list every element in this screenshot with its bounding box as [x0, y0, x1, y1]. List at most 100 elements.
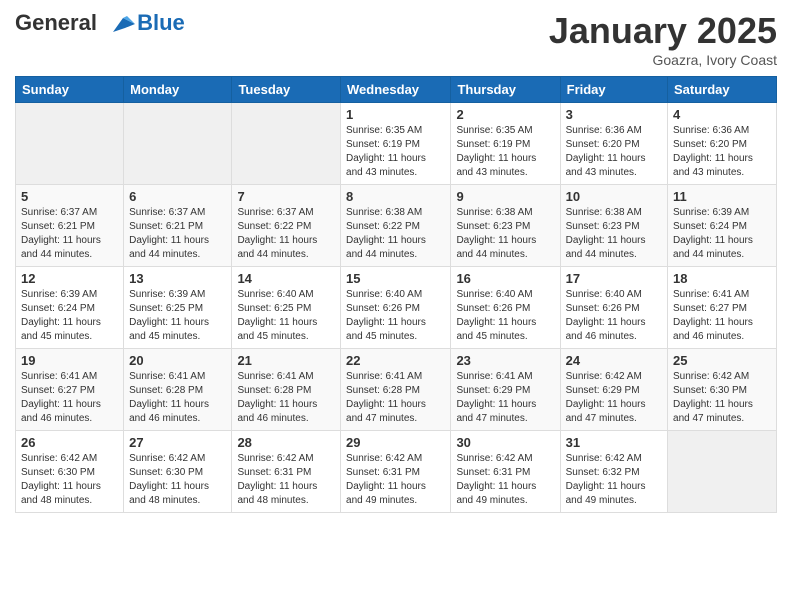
- table-row: 18 Sunrise: 6:41 AM Sunset: 6:27 PM Dayli…: [668, 267, 777, 349]
- table-row: [124, 103, 232, 185]
- col-saturday: Saturday: [668, 77, 777, 103]
- day-info: Sunrise: 6:37 AM Sunset: 6:21 PM Dayligh…: [21, 206, 118, 262]
- day-number: 20: [129, 353, 226, 368]
- day-info: Sunrise: 6:38 AM Sunset: 6:23 PM Dayligh…: [456, 206, 554, 262]
- day-info: Sunrise: 6:40 AM Sunset: 6:26 PM Dayligh…: [456, 288, 554, 344]
- table-row: 25Sunrise: 6:42 AM Sunset: 6:30 PM Dayli…: [668, 349, 777, 431]
- table-row: 2Sunrise: 6:35 AM Sunset: 6:19 PM Daylig…: [451, 103, 560, 185]
- table-row: 17 Sunrise: 6:40 AM Sunset: 6:26 PM Dayli…: [560, 267, 667, 349]
- day-number: 17: [566, 271, 662, 286]
- table-row: 31 Sunrise: 6:42 AM Sunset: 6:32 PM Dayli…: [560, 431, 667, 513]
- table-row: 28 Sunrise: 6:42 AM Sunset: 6:31 PM Dayli…: [232, 431, 341, 513]
- table-row: 10 Sunrise: 6:38 AM Sunset: 6:23 PM Dayli…: [560, 185, 667, 267]
- day-info: Sunrise: 6:42 AM Sunset: 6:31 PM Dayligh…: [237, 452, 335, 508]
- table-row: 5 Sunrise: 6:37 AM Sunset: 6:21 PM Daylig…: [16, 185, 124, 267]
- table-row: 6 Sunrise: 6:37 AM Sunset: 6:21 PM Daylig…: [124, 185, 232, 267]
- location: Goazra, Ivory Coast: [549, 52, 777, 68]
- table-row: [232, 103, 341, 185]
- table-row: 8Sunrise: 6:38 AM Sunset: 6:22 PM Daylig…: [341, 185, 451, 267]
- day-info: Sunrise: 6:42 AM Sunset: 6:30 PM Dayligh…: [21, 452, 118, 508]
- day-info: Sunrise: 6:39 AM Sunset: 6:24 PM Dayligh…: [21, 288, 118, 344]
- day-info: Sunrise: 6:40 AM Sunset: 6:25 PM Dayligh…: [237, 288, 335, 344]
- table-row: 29 Sunrise: 6:42 AM Sunset: 6:31 PM Dayli…: [341, 431, 451, 513]
- day-info: Sunrise: 6:42 AM Sunset: 6:31 PM Dayligh…: [346, 452, 445, 508]
- day-info: Sunrise: 6:37 AM Sunset: 6:21 PM Dayligh…: [129, 206, 226, 262]
- day-number: 23: [456, 353, 554, 368]
- day-number: 31: [566, 435, 662, 450]
- table-row: 24Sunrise: 6:42 AM Sunset: 6:29 PM Dayli…: [560, 349, 667, 431]
- month-title: January 2025: [549, 10, 777, 52]
- logo-bird-icon: [105, 14, 135, 36]
- day-number: 15: [346, 271, 445, 286]
- day-number: 13: [129, 271, 226, 286]
- table-row: 26 Sunrise: 6:42 AM Sunset: 6:30 PM Dayli…: [16, 431, 124, 513]
- day-info: Sunrise: 6:41 AM Sunset: 6:27 PM Dayligh…: [673, 288, 771, 344]
- day-number: 30: [456, 435, 554, 450]
- day-number: 18: [673, 271, 771, 286]
- calendar-week-row: 12 Sunrise: 6:39 AM Sunset: 6:24 PM Dayli…: [16, 267, 777, 349]
- day-info: Sunrise: 6:40 AM Sunset: 6:26 PM Dayligh…: [566, 288, 662, 344]
- day-number: 14: [237, 271, 335, 286]
- day-info: Sunrise: 6:36 AM Sunset: 6:20 PM Dayligh…: [673, 124, 771, 180]
- day-number: 2: [456, 107, 554, 122]
- header: General Blue January 2025 Goazra, Ivory …: [15, 10, 777, 68]
- table-row: 1 Sunrise: 6:35 AM Sunset: 6:19 PM Daylig…: [341, 103, 451, 185]
- calendar-week-row: 1 Sunrise: 6:35 AM Sunset: 6:19 PM Daylig…: [16, 103, 777, 185]
- table-row: 20 Sunrise: 6:41 AM Sunset: 6:28 PM Dayli…: [124, 349, 232, 431]
- day-number: 3: [566, 107, 662, 122]
- table-row: 22Sunrise: 6:41 AM Sunset: 6:28 PM Dayli…: [341, 349, 451, 431]
- table-row: 23 Sunrise: 6:41 AM Sunset: 6:29 PM Dayli…: [451, 349, 560, 431]
- table-row: [16, 103, 124, 185]
- day-number: 11: [673, 189, 771, 204]
- day-number: 27: [129, 435, 226, 450]
- logo: General Blue: [15, 10, 185, 36]
- day-number: 7: [237, 189, 335, 204]
- day-info: Sunrise: 6:42 AM Sunset: 6:32 PM Dayligh…: [566, 452, 662, 508]
- table-row: 16 Sunrise: 6:40 AM Sunset: 6:26 PM Dayli…: [451, 267, 560, 349]
- title-block: January 2025 Goazra, Ivory Coast: [549, 10, 777, 68]
- table-row: 14 Sunrise: 6:40 AM Sunset: 6:25 PM Dayli…: [232, 267, 341, 349]
- calendar-header-row: Sunday Monday Tuesday Wednesday Thursday…: [16, 77, 777, 103]
- table-row: 21Sunrise: 6:41 AM Sunset: 6:28 PM Dayli…: [232, 349, 341, 431]
- day-number: 9: [456, 189, 554, 204]
- table-row: 27Sunrise: 6:42 AM Sunset: 6:30 PM Dayli…: [124, 431, 232, 513]
- day-number: 4: [673, 107, 771, 122]
- table-row: 9 Sunrise: 6:38 AM Sunset: 6:23 PM Daylig…: [451, 185, 560, 267]
- table-row: 19Sunrise: 6:41 AM Sunset: 6:27 PM Dayli…: [16, 349, 124, 431]
- calendar: Sunday Monday Tuesday Wednesday Thursday…: [15, 76, 777, 513]
- day-number: 12: [21, 271, 118, 286]
- day-info: Sunrise: 6:41 AM Sunset: 6:28 PM Dayligh…: [129, 370, 226, 426]
- day-info: Sunrise: 6:37 AM Sunset: 6:22 PM Dayligh…: [237, 206, 335, 262]
- day-number: 16: [456, 271, 554, 286]
- day-info: Sunrise: 6:36 AM Sunset: 6:20 PM Dayligh…: [566, 124, 662, 180]
- day-number: 10: [566, 189, 662, 204]
- day-info: Sunrise: 6:41 AM Sunset: 6:29 PM Dayligh…: [456, 370, 554, 426]
- day-info: Sunrise: 6:35 AM Sunset: 6:19 PM Dayligh…: [346, 124, 445, 180]
- table-row: 12 Sunrise: 6:39 AM Sunset: 6:24 PM Dayli…: [16, 267, 124, 349]
- day-number: 28: [237, 435, 335, 450]
- day-info: Sunrise: 6:38 AM Sunset: 6:23 PM Dayligh…: [566, 206, 662, 262]
- table-row: 15Sunrise: 6:40 AM Sunset: 6:26 PM Dayli…: [341, 267, 451, 349]
- day-number: 24: [566, 353, 662, 368]
- calendar-week-row: 26 Sunrise: 6:42 AM Sunset: 6:30 PM Dayli…: [16, 431, 777, 513]
- day-number: 6: [129, 189, 226, 204]
- logo-blue: Blue: [137, 10, 185, 36]
- day-info: Sunrise: 6:39 AM Sunset: 6:24 PM Dayligh…: [673, 206, 771, 262]
- calendar-week-row: 5 Sunrise: 6:37 AM Sunset: 6:21 PM Daylig…: [16, 185, 777, 267]
- col-thursday: Thursday: [451, 77, 560, 103]
- day-number: 5: [21, 189, 118, 204]
- day-number: 25: [673, 353, 771, 368]
- table-row: 11 Sunrise: 6:39 AM Sunset: 6:24 PM Dayli…: [668, 185, 777, 267]
- col-friday: Friday: [560, 77, 667, 103]
- page: General Blue January 2025 Goazra, Ivory …: [0, 0, 792, 612]
- col-sunday: Sunday: [16, 77, 124, 103]
- logo-general: General: [15, 10, 97, 35]
- day-number: 26: [21, 435, 118, 450]
- calendar-body: 1 Sunrise: 6:35 AM Sunset: 6:19 PM Daylig…: [16, 103, 777, 513]
- table-row: 4 Sunrise: 6:36 AM Sunset: 6:20 PM Daylig…: [668, 103, 777, 185]
- day-number: 29: [346, 435, 445, 450]
- table-row: 3 Sunrise: 6:36 AM Sunset: 6:20 PM Daylig…: [560, 103, 667, 185]
- table-row: 7 Sunrise: 6:37 AM Sunset: 6:22 PM Daylig…: [232, 185, 341, 267]
- day-number: 1: [346, 107, 445, 122]
- day-info: Sunrise: 6:38 AM Sunset: 6:22 PM Dayligh…: [346, 206, 445, 262]
